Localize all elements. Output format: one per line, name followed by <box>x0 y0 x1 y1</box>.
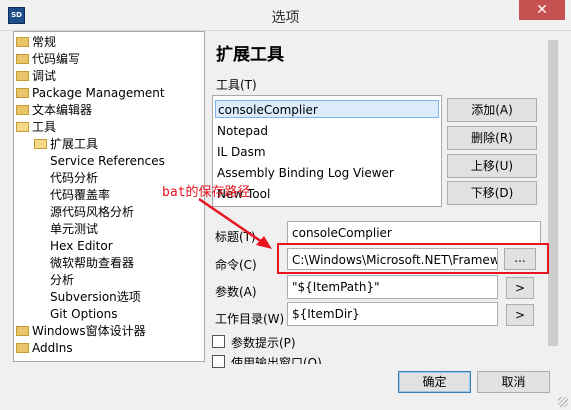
resize-grip[interactable] <box>558 397 568 407</box>
ok-button[interactable]: 确定 <box>398 371 471 393</box>
annotation-arrow <box>198 197 272 249</box>
cancel-button[interactable]: 取消 <box>477 371 550 393</box>
